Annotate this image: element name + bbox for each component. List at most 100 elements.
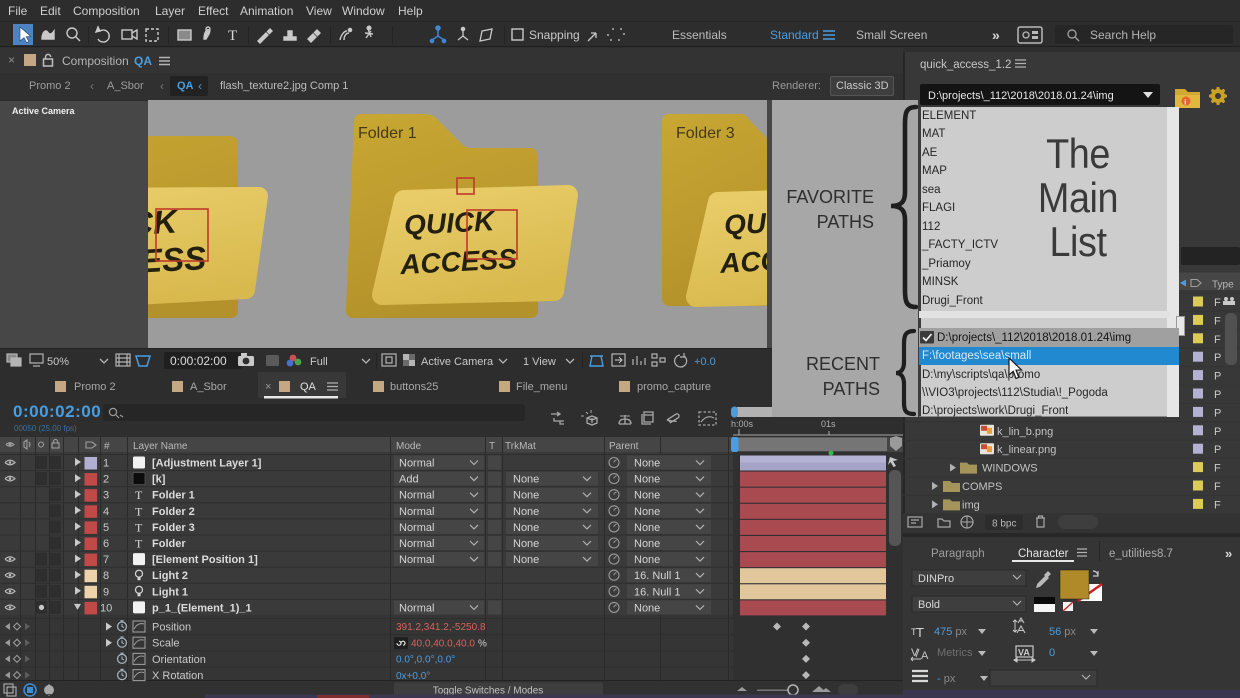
svg-text:Full: Full [310,356,328,368]
svg-text:9: 9 [103,586,109,598]
svg-text:None: None [513,538,539,550]
svg-text:None: None [634,458,660,470]
svg-text:2: 2 [103,474,109,486]
svg-text:Normal: Normal [399,538,434,550]
svg-text:Search Help: Search Help [1090,28,1156,42]
svg-text:None: None [513,490,539,502]
svg-text:Metrics: Metrics [937,647,973,659]
svg-text:k_linear.png: k_linear.png [997,444,1056,456]
svg-text:Orientation: Orientation [152,654,206,666]
svg-text:T: T [489,441,495,452]
svg-text:Character: Character [1018,548,1069,560]
svg-text:None: None [634,506,660,518]
svg-text:3: 3 [103,490,109,502]
svg-text:»: » [1225,546,1232,561]
svg-text:P: P [1214,407,1221,419]
svg-text:Folder 3: Folder 3 [676,125,735,142]
svg-text:P: P [1214,371,1221,383]
svg-text:h:00s: h:00s [731,419,754,429]
svg-text:File_menu: File_menu [516,381,567,393]
svg-text:[k]: [k] [152,474,166,486]
svg-text:6: 6 [103,538,109,550]
svg-text:Normal: Normal [399,490,434,502]
svg-text:Essentials: Essentials [672,28,727,42]
svg-text:Standard: Standard [770,28,819,42]
svg-text:ACCESS: ACCESS [718,242,837,279]
svg-text:None: None [513,554,539,566]
svg-text:[Adjustment Layer 1]: [Adjustment Layer 1] [152,458,262,470]
svg-text:Light 1: Light 1 [152,586,188,598]
svg-text:×: × [265,381,271,393]
svg-text:None: None [634,490,660,502]
svg-text:16. Null 1: 16. Null 1 [634,570,680,582]
svg-text:k_lin_b.png: k_lin_b.png [997,426,1053,438]
svg-text:F: F [1214,499,1221,511]
svg-text:QUICK: QUICK [723,205,816,241]
svg-text:Small Screen: Small Screen [856,28,927,42]
svg-text:Light 2: Light 2 [152,570,188,582]
svg-text:A: A [921,650,929,662]
svg-text:None: None [634,554,660,566]
svg-text:Parent: Parent [609,441,639,452]
svg-text:P: P [1214,426,1221,438]
svg-text:Folder: Folder [152,538,186,550]
svg-text:7: 7 [103,554,109,566]
svg-text:Folder 1: Folder 1 [152,490,195,502]
svg-text:T: T [228,28,237,44]
svg-text:00050 (25.00 fps): 00050 (25.00 fps) [14,424,77,433]
svg-text:10: 10 [100,602,112,614]
svg-text:T: T [135,488,143,502]
svg-text:P: P [1214,389,1221,401]
svg-text:0.0°,0.0°,0.0°: 0.0°,0.0°,0.0° [396,655,455,666]
svg-text:TrkMat: TrkMat [505,441,536,452]
svg-text:Active Camera: Active Camera [421,356,494,368]
svg-text:img: img [962,499,980,511]
svg-text:Layer Name: Layer Name [133,441,188,452]
svg-text:Normal: Normal [399,506,434,518]
svg-text:8: 8 [103,570,109,582]
svg-text:[Element Position 1]: [Element Position 1] [152,554,258,566]
svg-text:50%: 50% [47,356,69,368]
svg-text:4: 4 [103,506,109,518]
svg-text:Scale: Scale [152,638,180,650]
svg-text:1: 1 [103,458,109,470]
svg-text:T: T [135,504,143,518]
svg-text:None: None [634,538,660,550]
svg-text:None: None [513,522,539,534]
svg-text:F: F [1214,334,1221,346]
svg-text:1 View: 1 View [523,356,556,368]
svg-text:01s: 01s [821,419,836,429]
svg-text:40.0,40.0,40.0: 40.0,40.0,40.0 [411,638,475,649]
svg-text:0:00:02:00: 0:00:02:00 [170,354,227,368]
svg-text:Folder 3: Folder 3 [152,522,195,534]
svg-text:56 px: 56 px [1049,626,1076,638]
svg-text:Promo 2: Promo 2 [74,381,116,393]
svg-text:ACCESS: ACCESS [398,243,517,280]
svg-text:WINDOWS: WINDOWS [982,463,1038,475]
svg-text:None: None [634,474,660,486]
svg-text:16. Null 1: 16. Null 1 [634,586,680,598]
svg-text:buttons25: buttons25 [390,381,438,393]
svg-text:F: F [1214,463,1221,475]
svg-text:None: None [634,602,660,614]
svg-text:#: # [104,441,110,452]
svg-text:P: P [1214,352,1221,364]
svg-text:promo_capture: promo_capture [637,381,711,393]
svg-text:Normal: Normal [399,458,434,470]
svg-text:%: % [478,638,487,649]
svg-text:Snapping: Snapping [529,28,580,42]
svg-text:e_utilities8.7: e_utilities8.7 [1109,548,1173,560]
svg-text:0: 0 [1049,647,1055,659]
svg-text:D:\projects\_112\2018\2018.01.: D:\projects\_112\2018\2018.01.24\img [928,90,1114,102]
svg-text:»: » [992,27,1000,43]
svg-text:Folder 1: Folder 1 [358,125,417,142]
svg-text:A_Sbor: A_Sbor [190,381,227,393]
svg-text:+0.0: +0.0 [694,356,716,368]
svg-text:F: F [1214,315,1221,327]
svg-text:None: None [513,506,539,518]
svg-text:QA: QA [300,381,317,393]
svg-text:VA: VA [1018,648,1030,658]
svg-text:Normal: Normal [399,554,434,566]
svg-text:X Rotation: X Rotation [152,670,203,682]
svg-text:8 bpc: 8 bpc [992,519,1016,530]
